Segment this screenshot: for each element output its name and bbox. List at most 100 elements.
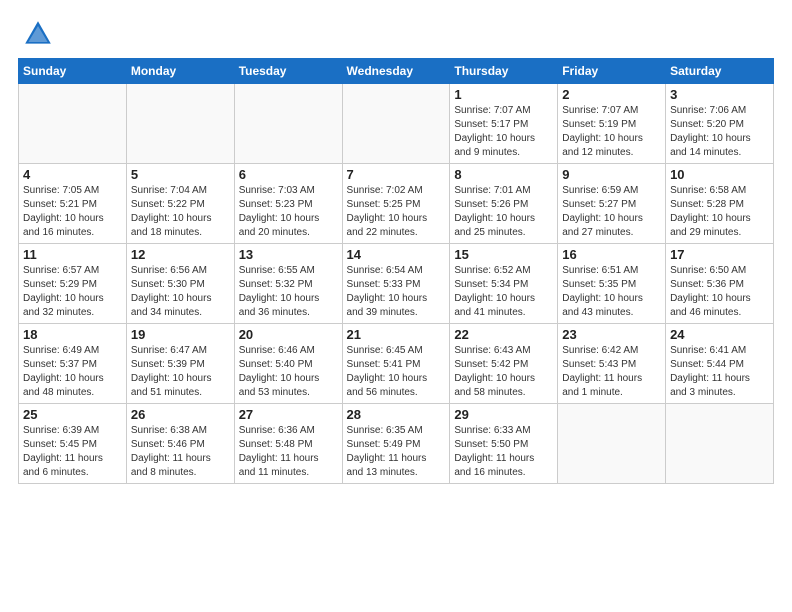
day-number: 12	[131, 247, 230, 262]
day-info: Sunrise: 6:50 AM Sunset: 5:36 PM Dayligh…	[670, 264, 769, 320]
calendar-header-thursday: Thursday	[450, 59, 558, 84]
day-number: 4	[23, 167, 122, 182]
calendar-cell	[234, 84, 342, 164]
logo	[18, 18, 56, 50]
day-info: Sunrise: 6:43 AM Sunset: 5:42 PM Dayligh…	[454, 344, 553, 400]
day-number: 15	[454, 247, 553, 262]
calendar-cell: 29 Sunrise: 6:33 AM Sunset: 5:50 PM Dayli…	[450, 404, 558, 484]
day-info: Sunrise: 6:38 AM Sunset: 5:46 PM Dayligh…	[131, 424, 230, 480]
day-info: Sunrise: 7:04 AM Sunset: 5:22 PM Dayligh…	[131, 184, 230, 240]
calendar-cell: 15 Sunrise: 6:52 AM Sunset: 5:34 PM Dayli…	[450, 244, 558, 324]
day-number: 18	[23, 327, 122, 342]
day-number: 27	[239, 407, 338, 422]
day-info: Sunrise: 6:41 AM Sunset: 5:44 PM Dayligh…	[670, 344, 769, 400]
day-number: 9	[562, 167, 661, 182]
calendar-cell: 6 Sunrise: 7:03 AM Sunset: 5:23 PM Daylig…	[234, 164, 342, 244]
calendar-cell: 19Sunrise: 6:47 AM Sunset: 5:39 PM Dayli…	[126, 324, 234, 404]
day-number: 25	[23, 407, 122, 422]
day-number: 3	[670, 87, 769, 102]
day-info: Sunrise: 7:07 AM Sunset: 5:19 PM Dayligh…	[562, 104, 661, 160]
calendar-cell: 22 Sunrise: 6:43 AM Sunset: 5:42 PM Dayli…	[450, 324, 558, 404]
day-number: 10	[670, 167, 769, 182]
day-number: 17	[670, 247, 769, 262]
day-info: Sunrise: 7:02 AM Sunset: 5:25 PM Dayligh…	[347, 184, 446, 240]
day-info: Sunrise: 6:42 AM Sunset: 5:43 PM Dayligh…	[562, 344, 661, 400]
day-number: 5	[131, 167, 230, 182]
day-info: Sunrise: 6:39 AM Sunset: 5:45 PM Dayligh…	[23, 424, 122, 480]
calendar-cell: 16 Sunrise: 6:51 AM Sunset: 5:35 PM Dayli…	[558, 244, 666, 324]
calendar-cell	[19, 84, 127, 164]
day-info: Sunrise: 6:59 AM Sunset: 5:27 PM Dayligh…	[562, 184, 661, 240]
calendar-cell: 5 Sunrise: 7:04 AM Sunset: 5:22 PM Daylig…	[126, 164, 234, 244]
day-info: Sunrise: 6:33 AM Sunset: 5:50 PM Dayligh…	[454, 424, 553, 480]
day-info: Sunrise: 6:46 AM Sunset: 5:40 PM Dayligh…	[239, 344, 338, 400]
calendar-cell: 25 Sunrise: 6:39 AM Sunset: 5:45 PM Dayli…	[19, 404, 127, 484]
calendar-cell: 18 Sunrise: 6:49 AM Sunset: 5:37 PM Dayli…	[19, 324, 127, 404]
calendar-header-sunday: Sunday	[19, 59, 127, 84]
calendar-header-wednesday: Wednesday	[342, 59, 450, 84]
logo-icon	[22, 18, 54, 50]
day-number: 21	[347, 327, 446, 342]
calendar-cell: 8Sunrise: 7:01 AM Sunset: 5:26 PM Daylig…	[450, 164, 558, 244]
day-number: 11	[23, 247, 122, 262]
calendar-cell: 10 Sunrise: 6:58 AM Sunset: 5:28 PM Dayli…	[666, 164, 774, 244]
day-number: 13	[239, 247, 338, 262]
calendar-cell	[666, 404, 774, 484]
day-number: 14	[347, 247, 446, 262]
calendar-cell: 4 Sunrise: 7:05 AM Sunset: 5:21 PM Daylig…	[19, 164, 127, 244]
calendar-cell: 26 Sunrise: 6:38 AM Sunset: 5:46 PM Dayli…	[126, 404, 234, 484]
day-info: Sunrise: 6:52 AM Sunset: 5:34 PM Dayligh…	[454, 264, 553, 320]
calendar-cell: 1 Sunrise: 7:07 AM Sunset: 5:17 PM Daylig…	[450, 84, 558, 164]
day-info: Sunrise: 6:36 AM Sunset: 5:48 PM Dayligh…	[239, 424, 338, 480]
day-number: 7	[347, 167, 446, 182]
calendar-cell	[342, 84, 450, 164]
day-info: Sunrise: 6:47 AM Sunset: 5:39 PM Dayligh…	[131, 344, 230, 400]
day-info: Sunrise: 6:55 AM Sunset: 5:32 PM Dayligh…	[239, 264, 338, 320]
day-number: 6	[239, 167, 338, 182]
calendar-cell: 14 Sunrise: 6:54 AM Sunset: 5:33 PM Dayli…	[342, 244, 450, 324]
day-number: 23	[562, 327, 661, 342]
day-info: Sunrise: 6:54 AM Sunset: 5:33 PM Dayligh…	[347, 264, 446, 320]
calendar-cell: 7 Sunrise: 7:02 AM Sunset: 5:25 PM Daylig…	[342, 164, 450, 244]
calendar-cell: 24Sunrise: 6:41 AM Sunset: 5:44 PM Dayli…	[666, 324, 774, 404]
day-info: Sunrise: 7:01 AM Sunset: 5:26 PM Dayligh…	[454, 184, 553, 240]
day-number: 22	[454, 327, 553, 342]
day-number: 29	[454, 407, 553, 422]
calendar-week-3: 11 Sunrise: 6:57 AM Sunset: 5:29 PM Dayli…	[19, 244, 774, 324]
day-info: Sunrise: 6:51 AM Sunset: 5:35 PM Dayligh…	[562, 264, 661, 320]
day-info: Sunrise: 6:58 AM Sunset: 5:28 PM Dayligh…	[670, 184, 769, 240]
calendar-cell: 28 Sunrise: 6:35 AM Sunset: 5:49 PM Dayli…	[342, 404, 450, 484]
calendar-header-tuesday: Tuesday	[234, 59, 342, 84]
calendar-week-1: 1 Sunrise: 7:07 AM Sunset: 5:17 PM Daylig…	[19, 84, 774, 164]
calendar-cell: 21Sunrise: 6:45 AM Sunset: 5:41 PM Dayli…	[342, 324, 450, 404]
calendar-header-saturday: Saturday	[666, 59, 774, 84]
calendar-cell: 11 Sunrise: 6:57 AM Sunset: 5:29 PM Dayli…	[19, 244, 127, 324]
calendar-cell	[126, 84, 234, 164]
calendar-header-friday: Friday	[558, 59, 666, 84]
day-info: Sunrise: 7:06 AM Sunset: 5:20 PM Dayligh…	[670, 104, 769, 160]
page-header	[18, 18, 774, 50]
calendar-header-row: SundayMondayTuesdayWednesdayThursdayFrid…	[19, 59, 774, 84]
calendar: SundayMondayTuesdayWednesdayThursdayFrid…	[18, 58, 774, 484]
day-info: Sunrise: 6:35 AM Sunset: 5:49 PM Dayligh…	[347, 424, 446, 480]
day-number: 16	[562, 247, 661, 262]
day-info: Sunrise: 7:05 AM Sunset: 5:21 PM Dayligh…	[23, 184, 122, 240]
calendar-cell: 23 Sunrise: 6:42 AM Sunset: 5:43 PM Dayli…	[558, 324, 666, 404]
day-number: 28	[347, 407, 446, 422]
calendar-cell: 27 Sunrise: 6:36 AM Sunset: 5:48 PM Dayli…	[234, 404, 342, 484]
calendar-week-2: 4 Sunrise: 7:05 AM Sunset: 5:21 PM Daylig…	[19, 164, 774, 244]
calendar-week-5: 25 Sunrise: 6:39 AM Sunset: 5:45 PM Dayli…	[19, 404, 774, 484]
day-info: Sunrise: 6:49 AM Sunset: 5:37 PM Dayligh…	[23, 344, 122, 400]
calendar-cell: 12Sunrise: 6:56 AM Sunset: 5:30 PM Dayli…	[126, 244, 234, 324]
calendar-header-monday: Monday	[126, 59, 234, 84]
calendar-cell: 13 Sunrise: 6:55 AM Sunset: 5:32 PM Dayli…	[234, 244, 342, 324]
calendar-cell: 17 Sunrise: 6:50 AM Sunset: 5:36 PM Dayli…	[666, 244, 774, 324]
day-number: 20	[239, 327, 338, 342]
day-info: Sunrise: 7:07 AM Sunset: 5:17 PM Dayligh…	[454, 104, 553, 160]
day-info: Sunrise: 7:03 AM Sunset: 5:23 PM Dayligh…	[239, 184, 338, 240]
calendar-week-4: 18 Sunrise: 6:49 AM Sunset: 5:37 PM Dayli…	[19, 324, 774, 404]
calendar-cell	[558, 404, 666, 484]
day-number: 26	[131, 407, 230, 422]
day-number: 1	[454, 87, 553, 102]
day-info: Sunrise: 6:57 AM Sunset: 5:29 PM Dayligh…	[23, 264, 122, 320]
